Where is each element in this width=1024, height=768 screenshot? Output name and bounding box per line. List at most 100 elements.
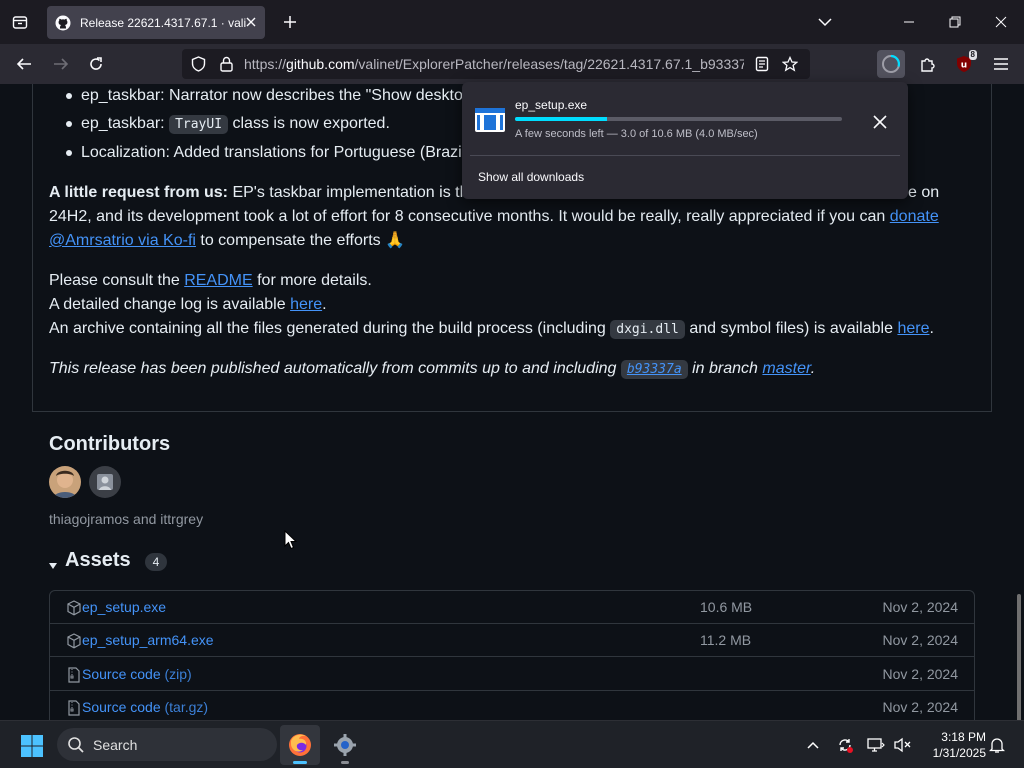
request-line-1-tail: e on [908,184,940,201]
ublock-shield-icon[interactable]: u 8 [950,50,978,78]
avatar-thiagojramos[interactable] [49,466,81,498]
close-icon[interactable] [989,10,1013,34]
note-bullet-3: Localization: Added translations for Por… [81,144,471,161]
note-text: in branch [692,360,758,377]
cancel-download-icon[interactable] [868,110,892,134]
asset-row: Source code (zip) Nov 2, 2024 [50,658,974,691]
clock-time: 3:18 PM [941,730,986,744]
file-zip-icon [68,667,80,683]
volume-muted-icon[interactable] [892,735,912,755]
branch-link[interactable]: master [762,360,810,377]
archive-line: An archive containing all the files gene… [49,317,934,342]
system-clock[interactable]: 3:18 PM 1/31/2025 [918,729,986,761]
request-line-3: @Amrsatrio via Ko-fi to compensate the e… [49,229,405,253]
note-text: and symbol files) is available [689,320,893,337]
hamburger-menu-icon[interactable] [987,50,1015,78]
changelog-link[interactable]: here [290,296,322,313]
url-host: github.com [286,56,355,72]
lock-icon[interactable] [218,56,234,72]
tab-strip: Release 22621.4317.67.1 · valinet/Explor… [0,0,1024,44]
package-icon [67,633,81,649]
windows-taskbar: Search 3:18 PM 1/31/2025 [0,720,1024,768]
url-text[interactable]: https://github.com/valinet/ExplorerPatch… [244,56,744,72]
asset-link[interactable]: Source code (zip) [82,666,192,682]
note-text: A detailed change log is available [49,296,286,313]
settings-gear-icon [334,734,356,756]
asset-size: 10.6 MB [700,599,753,615]
request-line-2: 24H2, and its development took a lot of … [49,205,939,229]
extension-badge: 8 [968,50,977,60]
minimize-icon[interactable] [897,10,921,34]
assets-count-badge: 4 [145,553,167,571]
show-all-downloads-button[interactable]: Show all downloads [478,170,584,184]
note-text: . [929,320,934,337]
running-app-indicator [341,761,349,764]
notification-bell-icon[interactable] [987,735,1007,755]
panel-divider [470,155,900,156]
auto-published-line: This release has been published automati… [49,357,815,382]
windows-start-icon[interactable] [20,734,44,758]
note-text: . [322,296,327,313]
bullet-dot [66,150,72,156]
assets-table: ep_setup.exe 10.6 MB Nov 2, 2024 ep_setu… [49,590,975,720]
downloads-progress-icon[interactable] [877,50,905,78]
page-scrollbar[interactable] [1017,594,1021,720]
note-text: An archive containing all the files gene… [49,320,606,337]
mouse-cursor-icon [284,530,298,550]
asset-link[interactable]: Source code (tar.gz) [82,699,208,715]
tab-close-icon[interactable] [243,14,259,30]
reload-icon[interactable] [84,52,108,76]
inline-code: dxgi.dll [610,320,685,339]
donate-link[interactable]: donate [890,208,939,225]
restore-icon[interactable] [943,10,967,34]
asset-name-text: Source code [82,666,161,682]
address-bar[interactable]: https://github.com/valinet/ExplorerPatch… [182,49,810,79]
chevron-up-icon[interactable] [803,735,823,755]
taskbar-firefox[interactable] [280,725,320,765]
request-bold: A little request from us: [49,184,228,201]
asset-link[interactable]: ep_setup_arm64.exe [82,632,214,648]
downloads-panel: ep_setup.exe A few seconds left — 3.0 of… [462,82,908,199]
asset-date: Nov 2, 2024 [882,699,959,715]
shield-icon[interactable] [190,56,206,72]
tab-release[interactable]: Release 22621.4317.67.1 · valinet/Explor… [47,6,265,39]
network-display-icon[interactable] [866,735,886,755]
tab-list-icon[interactable] [8,10,32,34]
sync-update-icon[interactable] [835,735,855,755]
avatar-ittrgrey[interactable] [89,466,121,498]
asset-link[interactable]: ep_setup.exe [82,599,166,615]
new-tab-icon[interactable] [279,11,301,33]
note-text: for more details. [257,272,372,289]
asset-row: ep_setup_arm64.exe 11.2 MB Nov 2, 2024 [50,624,974,657]
forward-arrow-icon[interactable] [49,52,73,76]
asset-date: Nov 2, 2024 [882,632,959,648]
contributors-names: thiagojramos and ittrgrey [49,511,204,527]
taskbar-search[interactable]: Search [57,728,277,761]
download-filename[interactable]: ep_setup.exe [515,98,587,112]
assets-heading[interactable]: Assets [65,549,131,572]
readme-link[interactable]: README [184,272,252,289]
archive-link[interactable]: here [897,320,929,337]
note-text: 24H2, and its development took a lot of … [49,208,886,225]
commit-link[interactable]: b93337a [620,360,688,379]
note-text: class is now exported. [232,115,390,132]
consult-line: Please consult the README for more detai… [49,269,372,293]
exe-file-icon[interactable] [474,107,506,133]
download-status: A few seconds left — 3.0 of 10.6 MB (4.0… [515,128,758,140]
search-label: Search [93,737,138,753]
extensions-puzzle-icon[interactable] [914,50,942,78]
taskbar-settings[interactable] [325,725,365,765]
note-text: to compensate the efforts [200,232,381,249]
note-text: EP's taskbar implementation is the [232,184,478,201]
note-text: . [810,360,816,377]
back-arrow-icon[interactable] [12,52,36,76]
download-progress-fill [515,117,607,121]
kofi-link[interactable]: @Amrsatrio via Ko-fi [49,232,196,249]
firefox-icon [289,734,311,756]
assets-toggle-icon[interactable] [49,557,59,569]
navigation-toolbar: https://github.com/valinet/ExplorerPatch… [0,44,1024,84]
reader-view-icon[interactable] [754,56,770,72]
asset-name-text: Source code [82,699,161,715]
bookmark-star-icon[interactable] [782,56,798,72]
chevron-down-icon[interactable] [814,12,836,32]
